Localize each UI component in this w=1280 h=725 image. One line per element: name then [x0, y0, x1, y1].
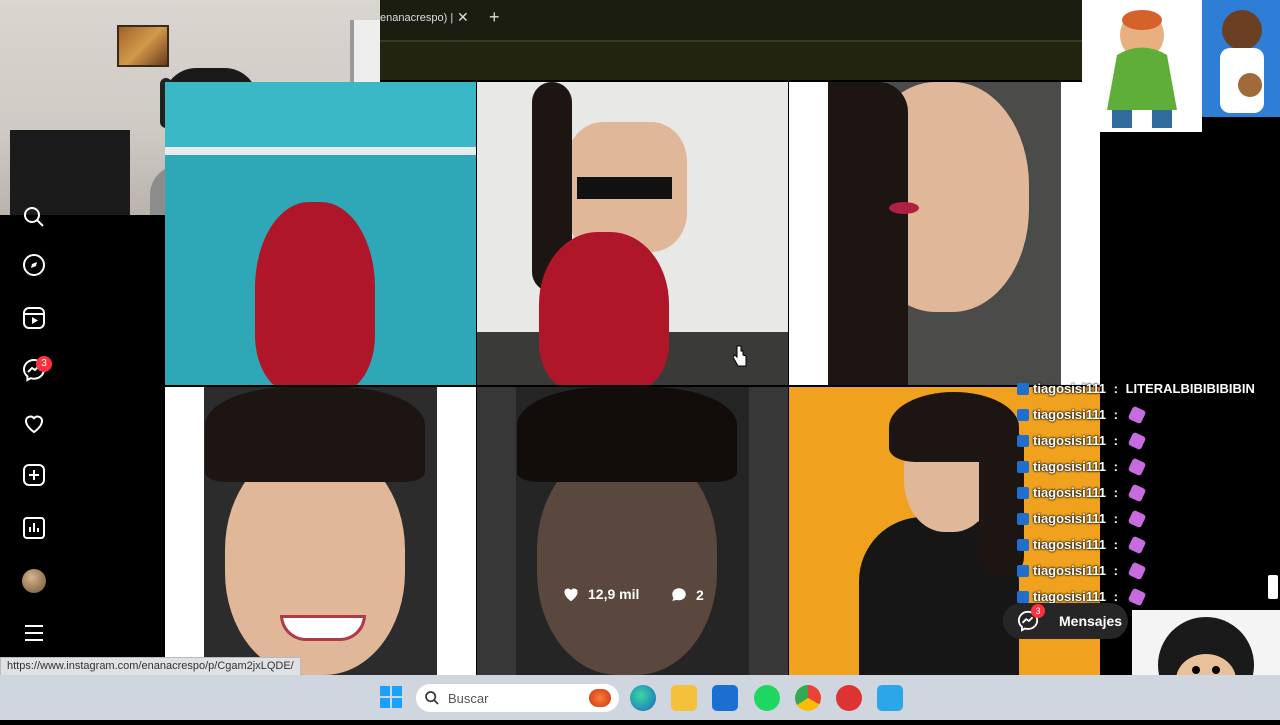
chat-username: tiagosisi111 [1033, 459, 1106, 474]
taskbar-search[interactable]: Buscar [416, 684, 619, 712]
windows-start-icon[interactable] [380, 686, 402, 708]
chat-username: tiagosisi111 [1033, 407, 1106, 422]
chat-separator: : [1110, 511, 1122, 526]
chat-emote-icon [1127, 457, 1146, 476]
chat-separator: : [1110, 485, 1122, 500]
chat-badge-icon [1017, 486, 1029, 499]
grid-post[interactable] [165, 387, 476, 675]
scrollbar-thumb[interactable] [1268, 575, 1278, 599]
chat-badge-icon [1017, 408, 1029, 421]
chat-emote-icon [1127, 535, 1146, 554]
chat-line: tiagosisi111 : [1017, 405, 1146, 424]
chat-line: tiagosisi111 : [1017, 431, 1146, 450]
hand-cursor-icon [733, 345, 747, 367]
wall-painting [117, 25, 169, 67]
chat-badge-icon [1017, 538, 1029, 551]
grid-post-hovered[interactable] [477, 387, 788, 675]
chat-username: tiagosisi111 [1033, 589, 1106, 604]
grid-post[interactable] [165, 82, 476, 385]
comment-count: 2 [696, 587, 704, 603]
hamburger-icon[interactable] [22, 621, 46, 645]
chat-line: tiagosisi111 : [1017, 561, 1146, 580]
chat-username: tiagosisi111 [1033, 433, 1106, 448]
chat-separator: : [1110, 563, 1122, 578]
profile-avatar[interactable] [22, 569, 46, 593]
heart-icon[interactable] [22, 411, 46, 435]
instagram-sidebar [0, 215, 68, 675]
chat-badge-icon [1017, 512, 1029, 525]
messages-label: Mensajes [1059, 613, 1123, 629]
chat-username: tiagosisi111 [1033, 563, 1106, 578]
chat-username: tiagosisi111 [1033, 511, 1106, 526]
cartoon-overlay-quasimodo [1082, 0, 1202, 132]
chat-emote-icon [1127, 431, 1146, 450]
chat-emote-icon [1127, 483, 1146, 502]
chat-line: tiagosisi111 : [1017, 535, 1146, 554]
chat-badge-icon [1017, 590, 1029, 603]
chat-badge-icon [1017, 382, 1029, 395]
spotify-icon[interactable] [754, 685, 780, 711]
chat-username: tiagosisi111 [1033, 381, 1106, 396]
address-bar[interactable] [380, 40, 1082, 80]
search-icon [425, 691, 439, 705]
tab-title[interactable]: enanacrespo) | [380, 12, 453, 24]
chat-line: tiagosisi111 : [1017, 483, 1146, 502]
messages-badge: 3 [36, 356, 52, 372]
chat-line: tiagosisi111 : [1017, 587, 1146, 606]
new-tab-button[interactable]: + [489, 7, 500, 28]
link-status-url: https://www.instagram.com/enanacrespo/p/… [0, 657, 301, 676]
heart-filled-icon [564, 588, 578, 602]
grid-post[interactable] [477, 82, 788, 385]
chat-line: tiagosisi111 : [1017, 509, 1146, 528]
taskbar-search-placeholder: Buscar [448, 690, 489, 706]
messages-button-badge: 3 [1031, 604, 1045, 618]
search-icon[interactable] [22, 205, 46, 229]
chat-separator: : [1110, 459, 1122, 474]
chat-emote-icon [1127, 509, 1146, 528]
chat-badge-icon [1017, 434, 1029, 447]
chat-separator: : [1110, 433, 1122, 448]
chat-separator: : [1110, 537, 1122, 552]
chat-message: LITERALBIBIBIBIBIN [1125, 381, 1255, 396]
app-icon-blue[interactable] [877, 685, 903, 711]
outlook-icon[interactable] [712, 685, 738, 711]
post-comment-count: 2 [670, 586, 704, 604]
app-icon[interactable] [836, 685, 862, 711]
chat-badge-icon [1017, 460, 1029, 473]
file-explorer-icon[interactable] [671, 685, 697, 711]
chat-username: tiagosisi111 [1033, 537, 1106, 552]
cartoon-overlay-doctor [1202, 0, 1280, 117]
chrome-icon[interactable] [795, 685, 821, 711]
reels-icon[interactable] [22, 306, 46, 330]
room-shelf [10, 130, 130, 215]
chart-icon[interactable] [22, 516, 46, 540]
messages-button[interactable]: Mensajes [1003, 603, 1128, 639]
chat-emote-icon [1127, 561, 1146, 580]
comment-icon [672, 588, 686, 601]
chat-badge-icon [1017, 564, 1029, 577]
chat-emote-icon [1127, 405, 1146, 424]
edge-icon[interactable] [630, 685, 656, 711]
tab-close-icon[interactable]: ✕ [457, 9, 469, 26]
chat-separator: : [1110, 407, 1122, 422]
chat-separator: : [1110, 589, 1122, 604]
fruit-icon [589, 689, 611, 707]
compass-icon[interactable] [22, 253, 46, 277]
chat-line: tiagosisi111 : LITERALBIBIBIBIBIN [1017, 381, 1255, 396]
post-like-count: 12,9 mil [562, 586, 639, 602]
chat-line: tiagosisi111 : [1017, 457, 1146, 476]
chat-emote-icon [1127, 587, 1146, 606]
plus-square-icon[interactable] [22, 463, 46, 487]
chat-separator: : [1110, 381, 1122, 396]
like-count: 12,9 mil [588, 586, 640, 602]
grid-post[interactable] [789, 82, 1100, 385]
chat-username: tiagosisi111 [1033, 485, 1106, 500]
